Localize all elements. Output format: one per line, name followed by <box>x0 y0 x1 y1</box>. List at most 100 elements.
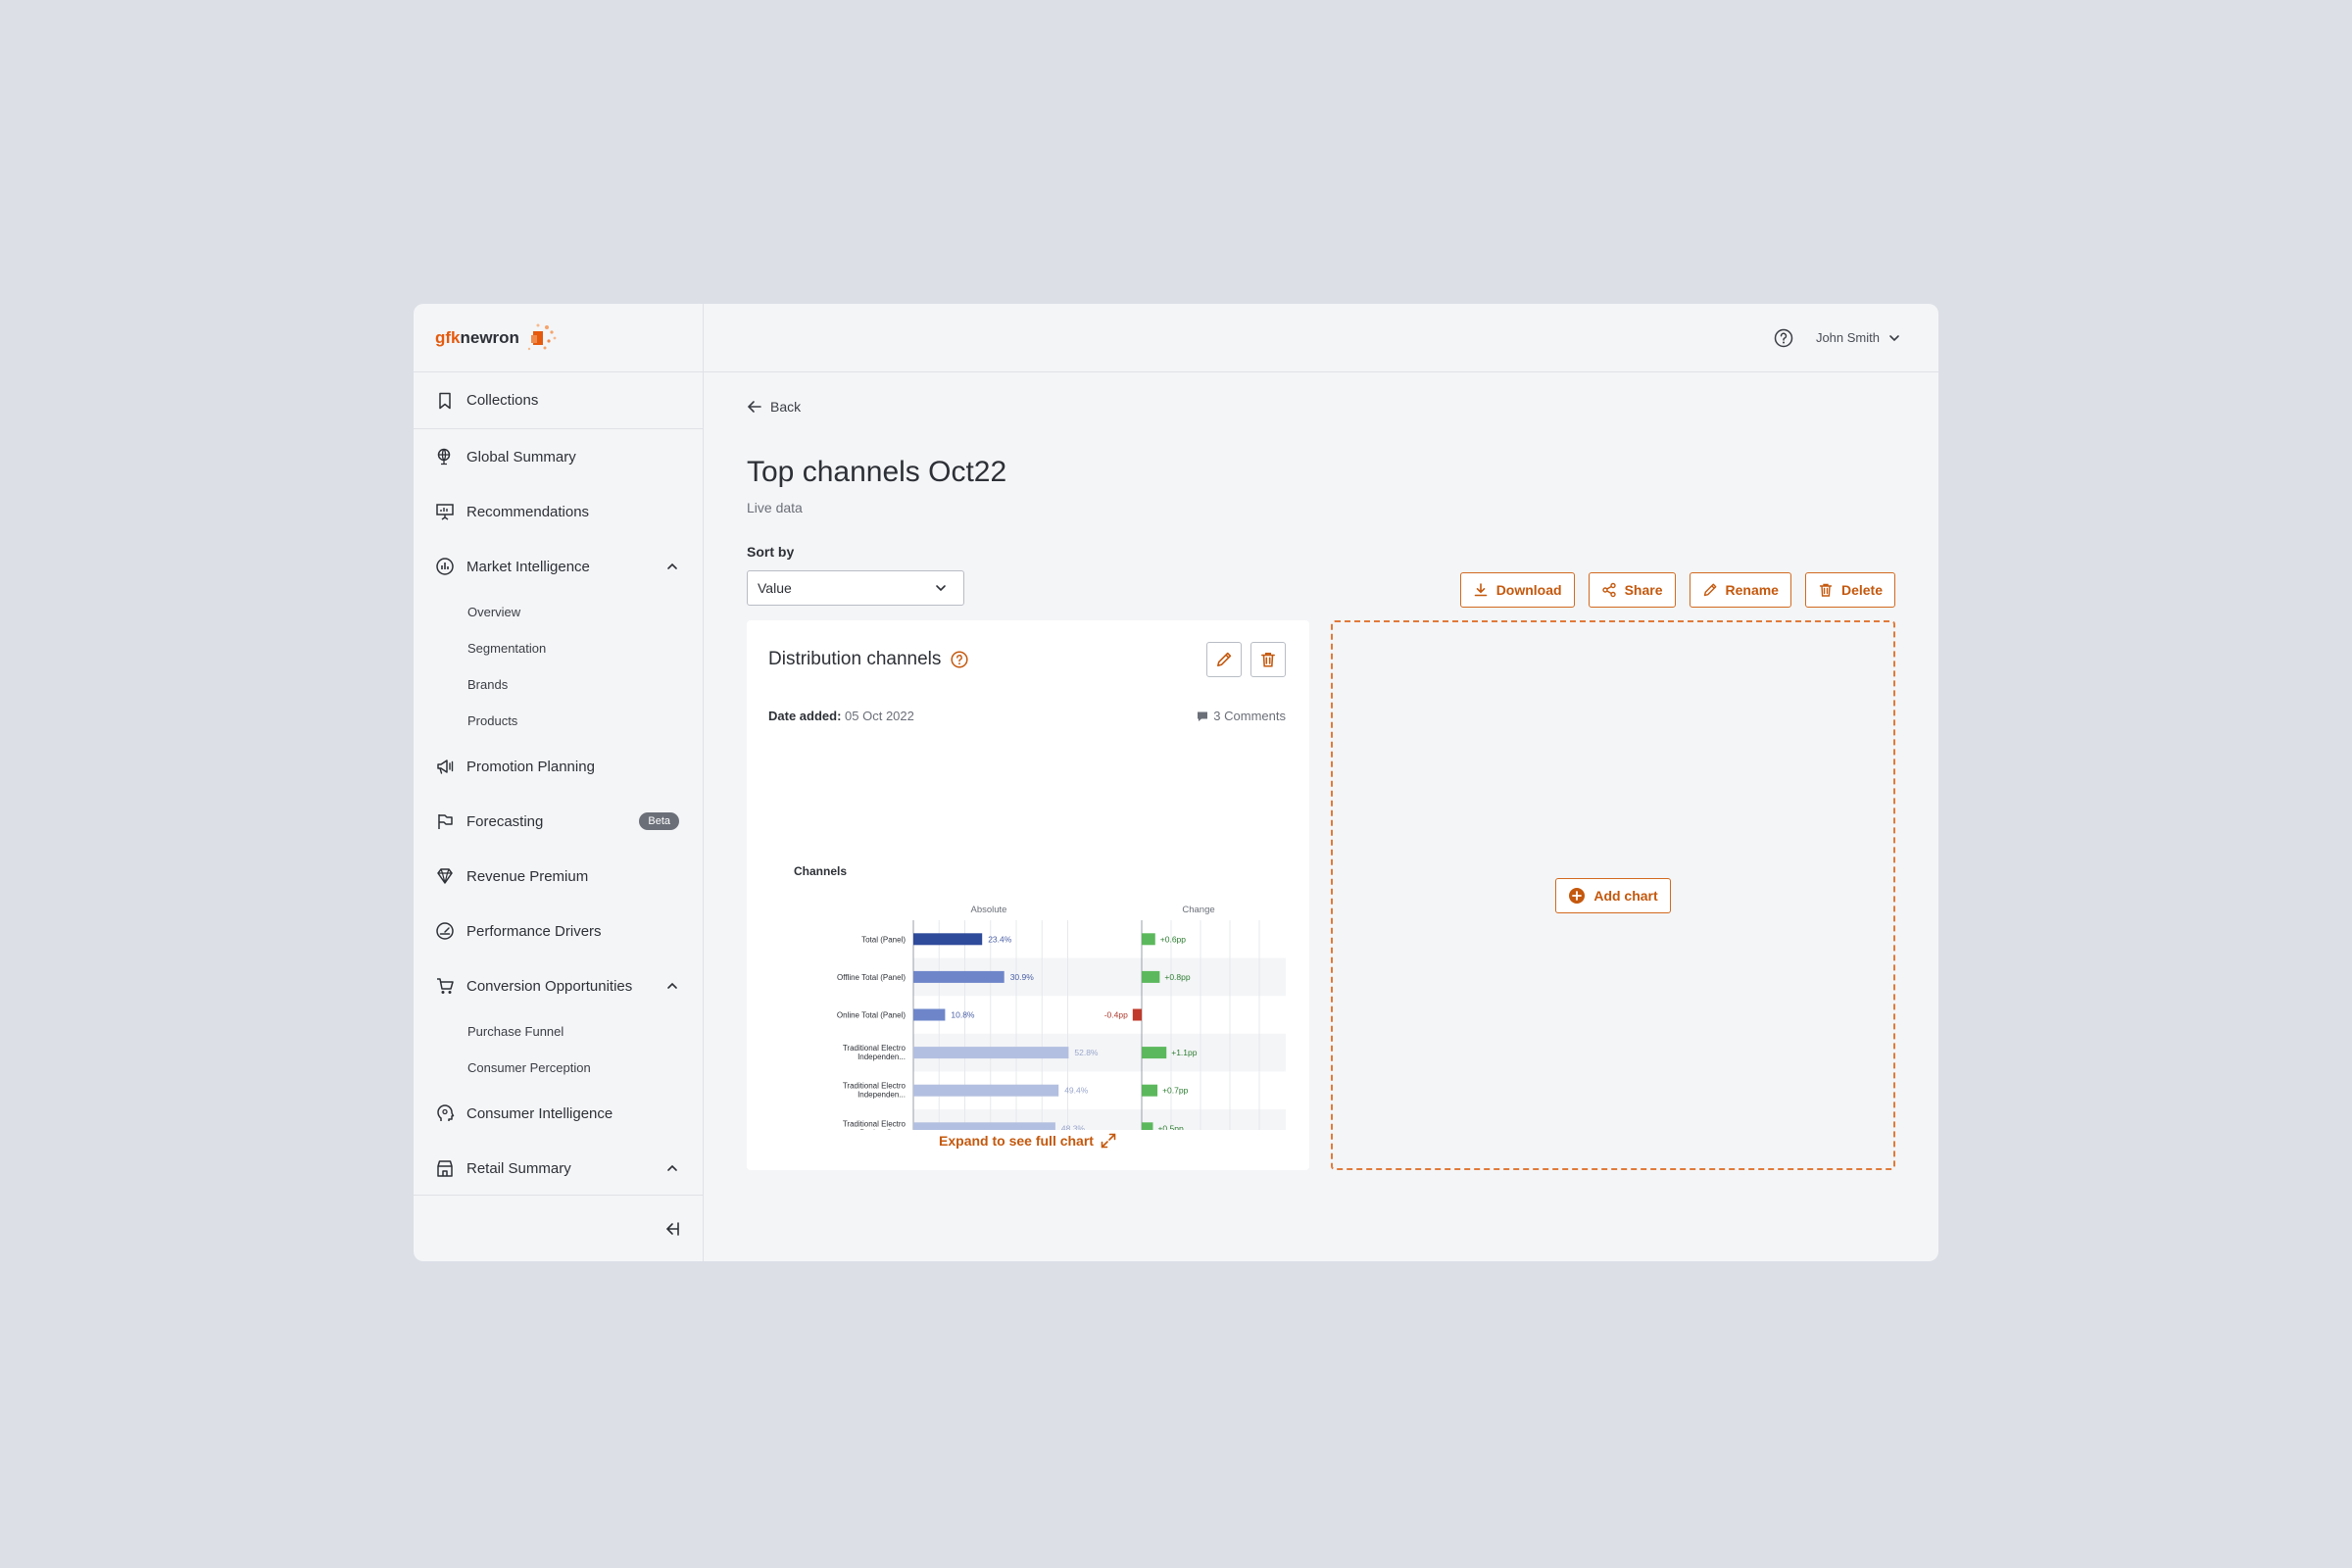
chart-card: Distribution channels Date added: 05 Oct… <box>747 620 1309 1170</box>
logo-mark-icon <box>527 323 557 350</box>
presentation-icon <box>436 504 454 520</box>
cart-icon <box>437 978 454 994</box>
collapse-sidebar-icon[interactable] <box>662 1219 681 1239</box>
help-icon[interactable] <box>1773 327 1794 349</box>
sort-label: Sort by <box>747 544 795 560</box>
diamond-icon <box>437 868 453 884</box>
flag-icon <box>438 814 453 829</box>
share-icon <box>1601 582 1616 598</box>
category-label: Traditional Electro <box>843 1119 906 1128</box>
sidebar-item-label: Retail Summary <box>466 1159 571 1177</box>
trash-icon <box>1261 653 1275 667</box>
category-label: Independen... <box>858 1091 906 1100</box>
sidebar-subitem-brands[interactable]: Brands <box>414 666 703 703</box>
sidebar-item-label: Conversion Opportunities <box>466 977 633 995</box>
category-label: Offline Total (Panel) <box>837 973 906 982</box>
user-name[interactable]: John Smith <box>1816 330 1880 345</box>
bar-change <box>1142 970 1160 983</box>
bar-absolute <box>913 933 983 946</box>
distribution-chart: Channels Absolute Change Total (Panel) 23.4%… <box>794 864 1286 1130</box>
bar-change <box>1142 1122 1153 1130</box>
rename-button[interactable]: Rename <box>1689 572 1791 608</box>
sidebar: gfknewron Collections Global Summary Reco… <box>414 304 704 1261</box>
sidebar-item-label: Forecasting <box>466 812 544 830</box>
sidebar-item-retail-summary[interactable]: Retail Summary <box>414 1141 703 1195</box>
panel-label-change: Change <box>1182 905 1214 915</box>
bar-absolute <box>913 1122 1055 1130</box>
sidebar-item-conversion-opportunities[interactable]: Conversion Opportunities <box>414 958 703 1013</box>
bookmark-icon <box>439 392 451 409</box>
main-area: John Smith Back Top channels Oct22 Live … <box>704 304 1938 1261</box>
page-content: Back Top channels Oct22 Live data Sort b… <box>747 372 1895 1261</box>
chevron-up-icon[interactable] <box>665 979 679 993</box>
sidebar-item-label: Consumer Intelligence <box>466 1104 613 1122</box>
comments-link[interactable]: 3 Comments <box>1196 709 1286 723</box>
logo-text: gfknewron <box>435 327 519 347</box>
sidebar-item-market-intelligence[interactable]: Market Intelligence <box>414 539 703 594</box>
download-button[interactable]: Download <box>1459 572 1575 608</box>
sidebar-item-consumer-intelligence[interactable]: Consumer Intelligence <box>414 1086 703 1141</box>
sidebar-subitem-consumer-perception[interactable]: Consumer Perception <box>414 1050 703 1086</box>
sidebar-footer <box>414 1195 703 1261</box>
sidebar-item-revenue-premium[interactable]: Revenue Premium <box>414 849 703 904</box>
pencil-icon <box>1703 583 1716 597</box>
data-label-change: +1.1pp <box>1171 1048 1198 1057</box>
add-chart-placeholder: Add chart <box>1331 620 1895 1170</box>
sidebar-subitem-products[interactable]: Products <box>414 703 703 739</box>
sidebar-subitem-segmentation[interactable]: Segmentation <box>414 630 703 666</box>
chevron-down-icon[interactable] <box>1887 331 1901 345</box>
card-title: Distribution channels <box>768 649 969 670</box>
date-added: Date added: 05 Oct 2022 <box>768 709 914 723</box>
sidebar-item-performance-drivers[interactable]: Performance Drivers <box>414 904 703 958</box>
category-label: Traditional Electro <box>843 1082 906 1091</box>
sidebar-item-label: Performance Drivers <box>466 922 602 940</box>
beta-badge: Beta <box>639 812 679 830</box>
action-bar: Download Share Rename Delete <box>1459 572 1895 608</box>
chevron-up-icon[interactable] <box>665 560 679 573</box>
data-label-change: +0.7pp <box>1162 1086 1189 1096</box>
data-label-absolute: 10.8% <box>951 1010 975 1020</box>
head-icon <box>437 1104 455 1121</box>
expand-icon <box>1101 1133 1116 1149</box>
delete-chart-button[interactable] <box>1250 642 1286 677</box>
page-title: Top channels Oct22 <box>747 456 1007 488</box>
data-label-change: -0.4pp <box>1104 1010 1128 1020</box>
store-icon <box>437 1160 453 1177</box>
bar-change <box>1132 1008 1142 1021</box>
data-label-change: +0.6pp <box>1160 934 1187 944</box>
edit-chart-button[interactable] <box>1206 642 1242 677</box>
sidebar-item-recommendations[interactable]: Recommendations <box>414 484 703 539</box>
back-link[interactable]: Back <box>747 399 801 415</box>
category-label: Online Total (Panel) <box>837 1011 906 1020</box>
sort-selected-value: Value <box>758 580 792 596</box>
sort-select[interactable]: Value <box>747 570 964 606</box>
expand-chart-link[interactable]: Expand to see full chart <box>747 1132 1309 1150</box>
arrow-left-icon <box>747 401 761 413</box>
help-icon[interactable] <box>950 650 969 669</box>
comment-icon <box>1198 711 1208 721</box>
sidebar-item-label: Market Intelligence <box>466 558 590 575</box>
logo[interactable]: gfknewron <box>414 304 703 372</box>
chart-title: Channels <box>794 864 847 878</box>
panel-label-absolute: Absolute <box>971 905 1007 915</box>
chart-area: Channels Absolute Change Total (Panel) 23.4%… <box>747 738 1309 1130</box>
bar-absolute <box>913 1084 1059 1097</box>
sidebar-item-collections[interactable]: Collections <box>414 372 703 429</box>
share-button[interactable]: Share <box>1588 572 1676 608</box>
page-subtitle: Live data <box>747 500 803 515</box>
sidebar-item-forecasting[interactable]: Forecasting Beta <box>414 794 703 849</box>
chevron-up-icon[interactable] <box>665 1161 679 1175</box>
sidebar-subitem-overview[interactable]: Overview <box>414 594 703 630</box>
trash-icon <box>1819 583 1833 597</box>
data-label-absolute: 48.3% <box>1061 1123 1086 1130</box>
data-label-absolute: 23.4% <box>988 934 1012 944</box>
data-label-absolute: 30.9% <box>1010 972 1035 982</box>
sidebar-item-promotion-planning[interactable]: Promotion Planning <box>414 739 703 794</box>
sidebar-item-label: Recommendations <box>466 503 590 520</box>
sidebar-item-global-summary[interactable]: Global Summary <box>414 429 703 484</box>
delete-button[interactable]: Delete <box>1804 572 1895 608</box>
chevron-down-icon <box>936 585 946 592</box>
topbar: John Smith <box>704 304 1938 372</box>
add-chart-button[interactable]: Add chart <box>1555 877 1671 913</box>
sidebar-subitem-purchase-funnel[interactable]: Purchase Funnel <box>414 1013 703 1050</box>
